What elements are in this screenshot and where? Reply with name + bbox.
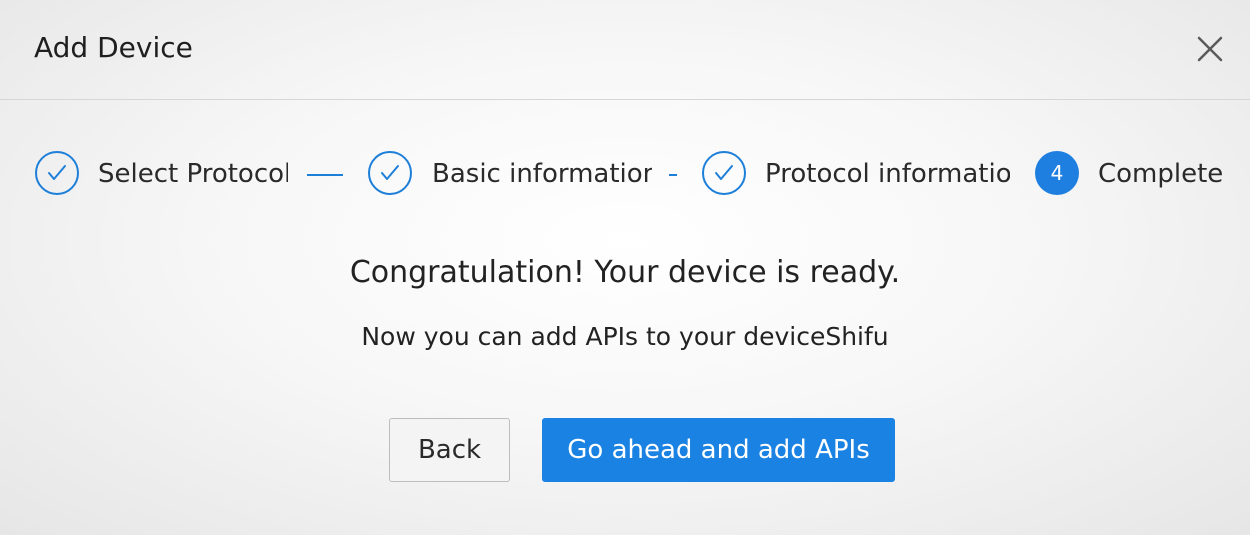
dialog-header: Add Device xyxy=(0,0,1250,100)
step-label-select-protocol: Select Protocol xyxy=(98,159,288,189)
check-icon xyxy=(368,151,412,195)
step-label-basic-information: Basic information xyxy=(432,159,652,189)
add-apis-button[interactable]: Go ahead and add APIs xyxy=(542,418,895,482)
success-heading: Congratulation! Your device is ready. xyxy=(349,255,901,290)
step-label-complete: Complete xyxy=(1098,159,1224,189)
step-label-protocol-information: Protocol information xyxy=(765,159,1010,189)
add-device-dialog: Add Device Select Protocol Basic informa… xyxy=(0,0,1250,535)
step-connector xyxy=(669,174,677,176)
success-subtext: Now you can add APIs to your deviceShifu xyxy=(361,322,889,351)
check-icon xyxy=(702,151,746,195)
dialog-title: Add Device xyxy=(34,31,193,64)
step-connector xyxy=(307,174,343,176)
steps-progress: Select Protocol Basic information Protoc… xyxy=(0,150,1250,200)
check-icon xyxy=(35,151,79,195)
back-button[interactable]: Back xyxy=(389,418,510,482)
step-number-badge: 4 xyxy=(1035,151,1079,195)
close-icon[interactable] xyxy=(1195,34,1225,64)
